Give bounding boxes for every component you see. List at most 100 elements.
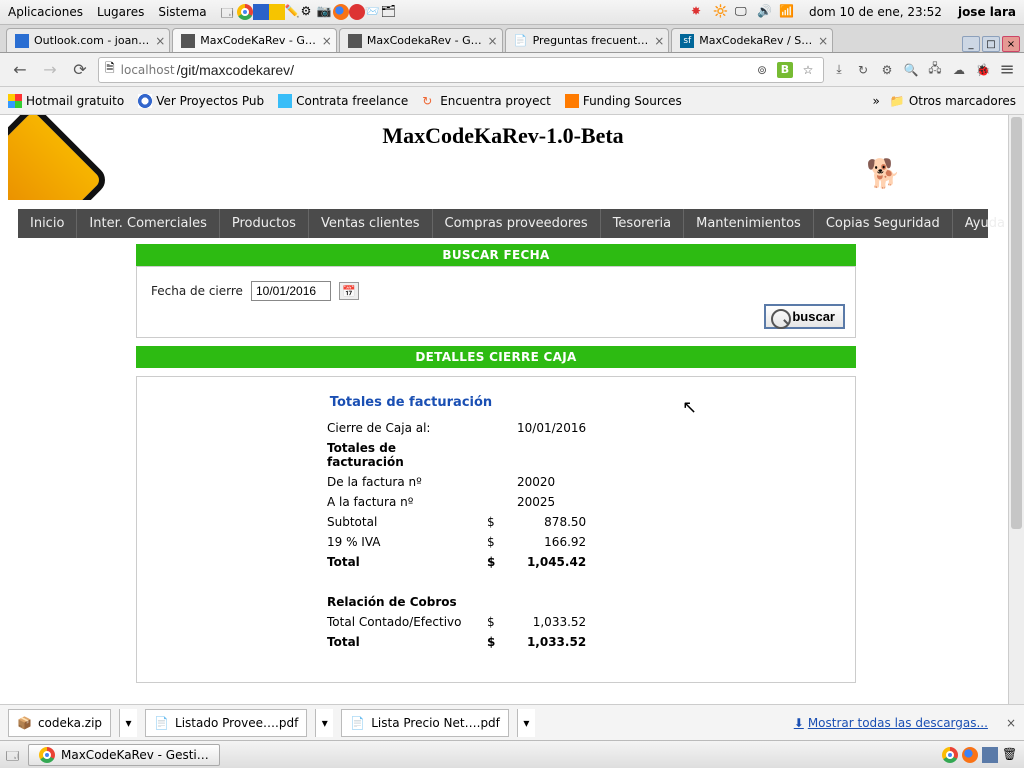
horse-icon (348, 34, 362, 48)
horse-icon (181, 34, 195, 48)
tab-outlook[interactable]: Outlook.com - joan… × (6, 28, 170, 52)
firefox-icon[interactable] (962, 747, 978, 763)
download-label: codeka.zip (38, 716, 102, 730)
close-icon[interactable]: × (322, 34, 332, 48)
other-bookmarks[interactable]: 📁Otros marcadores (890, 94, 1016, 108)
date-input[interactable] (251, 281, 331, 301)
nav-tesoreria[interactable]: Tesoreria (601, 209, 684, 238)
tray-firefox-icon[interactable] (333, 4, 349, 20)
tray-icon[interactable]: 🗂 (381, 4, 397, 20)
network-icon[interactable]: 📶 (779, 4, 795, 20)
nav-copias[interactable]: Copias Seguridad (814, 209, 953, 238)
tab-faq[interactable]: 📄Preguntas frecuent…× (505, 28, 670, 52)
bookmark-projects[interactable]: Ver Proyectos Pub (138, 94, 264, 108)
tray-icon[interactable] (269, 4, 285, 20)
val-from: 20020 (511, 472, 592, 492)
scrollbar[interactable] (1008, 115, 1024, 704)
tray-gear-icon[interactable]: ✸ (691, 4, 707, 20)
tray-icon[interactable]: ✏️ (285, 4, 301, 20)
tray-icon[interactable]: ⚙ (301, 4, 317, 20)
browser-toolbar: ← → ⟳ 🗎 localhost ⊚ B ☆ ⤓ ↻ ⚙ 🔍 🖧 ☁ 🐞 ≡ (0, 53, 1024, 87)
bookmark-funding[interactable]: Funding Sources (565, 94, 682, 108)
close-icon[interactable]: × (488, 34, 498, 48)
val-to: 20025 (511, 492, 592, 512)
close-downloads-button[interactable]: × (1006, 716, 1016, 730)
download-item[interactable]: 📄Lista Precio Net….pdf (341, 709, 509, 737)
nav-inicio[interactable]: Inicio (18, 209, 77, 238)
menu-button[interactable]: ≡ (998, 61, 1016, 79)
os-menu-system[interactable]: Sistema (158, 5, 206, 19)
clock[interactable]: dom 10 de ene, 23:52 (809, 5, 942, 19)
tray-icon[interactable]: 📷 (317, 4, 333, 20)
trash-icon[interactable]: 🗑 (1002, 747, 1018, 763)
close-icon[interactable]: × (654, 34, 664, 48)
search-button[interactable]: buscar (764, 304, 845, 329)
chrome-icon[interactable] (942, 747, 958, 763)
tray-icon[interactable]: 🔆 (713, 4, 729, 20)
tray-icon[interactable]: 📨 (365, 4, 381, 20)
reload-button[interactable]: ⟳ (68, 58, 92, 82)
url-input[interactable] (177, 62, 753, 78)
chevron-down-icon[interactable]: ▾ (119, 709, 137, 737)
star-icon[interactable]: ☆ (799, 61, 817, 79)
reader-icon[interactable]: ⊚ (753, 61, 771, 79)
os-taskbar: 🗔 MaxCodeKaRev - Gesti… 🗑 (0, 740, 1024, 768)
download-icon[interactable]: ⤓ (830, 61, 848, 79)
bookmark-hotmail[interactable]: Hotmail gratuito (8, 94, 124, 108)
chevron-down-icon[interactable]: ▾ (315, 709, 333, 737)
volume-icon[interactable]: 🔊 (757, 4, 773, 20)
os-menu-apps[interactable]: Aplicaciones (8, 5, 83, 19)
workspace-icon[interactable] (982, 747, 998, 763)
nav-comerciales[interactable]: Inter. Comerciales (77, 209, 219, 238)
tab-maxcode-2[interactable]: MaxCodekaRev - G…× (339, 28, 503, 52)
bootstrap-icon[interactable]: B (777, 62, 793, 78)
refresh-ext-icon[interactable]: ↻ (854, 61, 872, 79)
address-bar[interactable]: 🗎 localhost ⊚ B ☆ (98, 57, 824, 83)
download-item[interactable]: 📦codeka.zip (8, 709, 111, 737)
taskbar-window[interactable]: MaxCodeKaRev - Gesti… (28, 744, 220, 766)
gear-icon[interactable]: ⚙ (878, 61, 896, 79)
lbl-totales: Totales de facturación (321, 438, 481, 472)
os-menu-places[interactable]: Lugares (97, 5, 144, 19)
show-all-label: Mostrar todas las descargas... (808, 716, 988, 730)
nav-compras[interactable]: Compras proveedores (433, 209, 601, 238)
tray-chrome-icon[interactable] (237, 4, 253, 20)
close-icon[interactable]: × (155, 34, 165, 48)
taskbar-label: MaxCodeKaRev - Gesti… (61, 748, 209, 762)
tray-icon[interactable]: 🗔 (221, 4, 237, 20)
lbl-from: De la factura nº (321, 472, 481, 492)
nav-productos[interactable]: Productos (220, 209, 309, 238)
tray-opera-icon[interactable] (349, 4, 365, 20)
minimize-button[interactable]: _ (962, 36, 980, 52)
tab-sf[interactable]: sfMaxCodekaRev / S…× (671, 28, 833, 52)
calendar-button[interactable]: 📅 (339, 282, 359, 300)
app-nav: Inicio Inter. Comerciales Productos Vent… (18, 209, 988, 238)
maximize-button[interactable]: □ (982, 36, 1000, 52)
tab-maxcode-active[interactable]: MaxCodeKaRev - G…× (172, 28, 337, 52)
dev-icon[interactable]: 🖧 (926, 61, 944, 79)
close-window-button[interactable]: × (1002, 36, 1020, 52)
scrollbar-thumb[interactable] (1011, 117, 1022, 529)
bookmarks-overflow[interactable]: » (873, 94, 880, 108)
bookmark-find[interactable]: ↻Encuentra proyect (422, 94, 551, 108)
bookmark-label: Ver Proyectos Pub (156, 94, 264, 108)
bookmark-freelance[interactable]: Contrata freelance (278, 94, 408, 108)
show-desktop-icon[interactable]: 🗔 (6, 747, 22, 763)
val-subtotal: 878.50 (511, 512, 592, 532)
tab-label: Outlook.com - joan… (34, 34, 149, 47)
firebug-icon[interactable]: 🐞 (974, 61, 992, 79)
back-button[interactable]: ← (8, 58, 32, 82)
tray-icon[interactable]: 🖵 (735, 4, 751, 20)
download-item[interactable]: 📄Listado Provee….pdf (145, 709, 307, 737)
user-menu[interactable]: jose lara (958, 5, 1016, 19)
nav-ventas[interactable]: Ventas clientes (309, 209, 433, 238)
show-all-downloads[interactable]: ⬇Mostrar todas las descargas... (794, 716, 988, 730)
currency: $ (481, 552, 511, 572)
lbl-total: Total (321, 552, 481, 572)
tray-icon[interactable] (253, 4, 269, 20)
close-icon[interactable]: × (818, 34, 828, 48)
cloud-icon[interactable]: ☁ (950, 61, 968, 79)
search-ext-icon[interactable]: 🔍 (902, 61, 920, 79)
nav-mantenimientos[interactable]: Mantenimientos (684, 209, 814, 238)
chevron-down-icon[interactable]: ▾ (517, 709, 535, 737)
